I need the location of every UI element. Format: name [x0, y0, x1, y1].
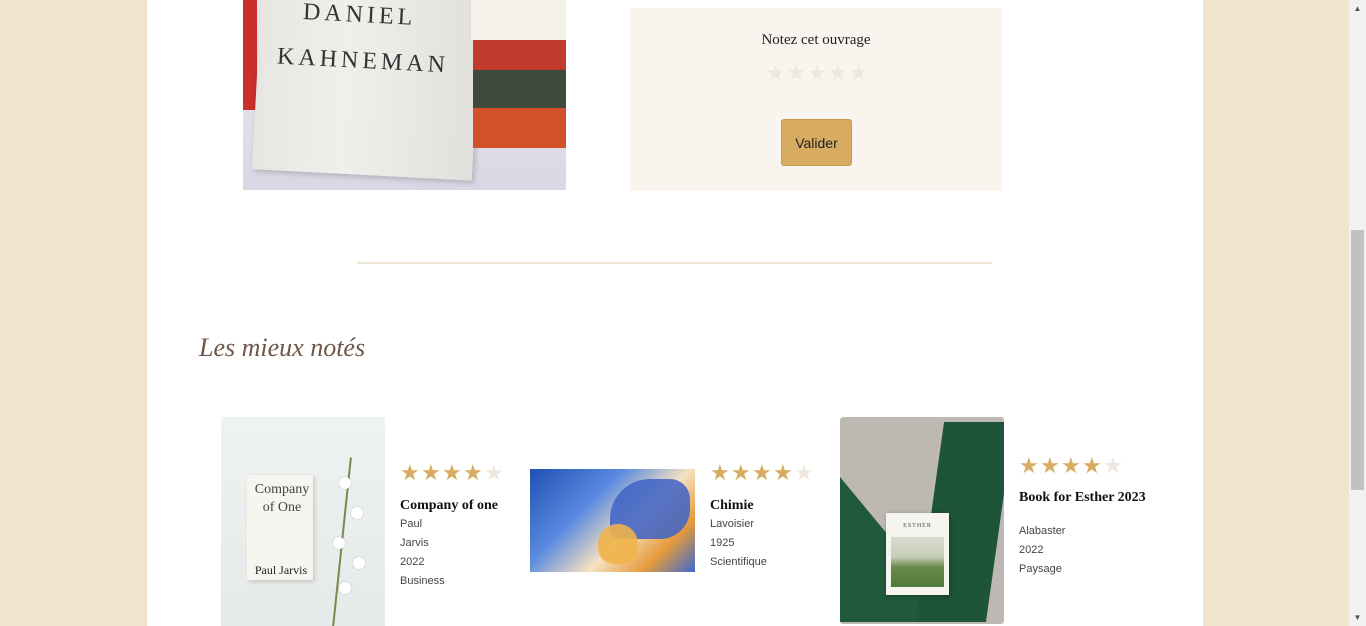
book-spine-decoration [243, 0, 257, 110]
book-rating-stars: ★ ★ ★ ★ ★ [400, 462, 505, 484]
star-icon[interactable]: ★ [849, 63, 868, 84]
cover-title-text: ESTHER [903, 523, 932, 529]
book-title[interactable]: Chimie [710, 498, 830, 513]
flower-decoration [339, 477, 351, 489]
best-rated-heading: Les mieux notés [199, 333, 366, 362]
star-icon[interactable]: ★ [808, 63, 827, 84]
vertical-scrollbar[interactable]: ▲ ▼ [1349, 0, 1366, 626]
star-icon: ★ [794, 460, 814, 485]
book-meta: Lavoisier 1925 Scientifique [710, 515, 767, 572]
book-author: Alabaster [1019, 525, 1066, 537]
rating-panel: Notez cet ouvrage ★ ★ ★ ★ ★ Valider [630, 8, 1002, 191]
rating-title: Notez cet ouvrage [761, 32, 871, 48]
flower-decoration [353, 557, 365, 569]
book-category: Business [400, 575, 445, 587]
book-author: Paul Jarvis [400, 518, 429, 549]
star-icon: ★ [1082, 453, 1102, 478]
book-title[interactable]: Book for Esther 2023 [1019, 490, 1149, 505]
scroll-up-arrow-icon[interactable]: ▲ [1349, 0, 1366, 17]
cover-author-text: Paul Jarvis [254, 563, 308, 577]
book-stack-decoration [473, 40, 566, 70]
featured-book-image: DANIEL KAHNEMAN [243, 0, 566, 190]
book-author: Lavoisier [710, 518, 755, 530]
star-icon[interactable]: ★ [766, 63, 785, 84]
star-icon: ★ [752, 460, 772, 485]
scroll-down-arrow-icon[interactable]: ▼ [1349, 609, 1366, 626]
book-title[interactable]: Company of one [400, 498, 520, 513]
landscape-illustration [891, 537, 944, 587]
star-icon: ★ [463, 460, 483, 485]
star-icon: ★ [1103, 453, 1123, 478]
star-icon: ★ [731, 460, 751, 485]
book-stack-decoration [473, 108, 566, 148]
flower-decoration [351, 507, 363, 519]
book-cover-image[interactable]: ESTHER [840, 417, 1004, 624]
star-icon[interactable]: ★ [828, 63, 847, 84]
book-category: Paysage [1019, 563, 1062, 575]
star-icon: ★ [1040, 453, 1060, 478]
rating-star-input[interactable]: ★ ★ ★ ★ ★ [766, 63, 868, 84]
star-icon: ★ [1061, 453, 1081, 478]
book-stack-decoration [473, 70, 566, 108]
star-icon: ★ [1019, 453, 1039, 478]
star-icon[interactable]: ★ [787, 63, 806, 84]
book-year: 2022 [400, 556, 425, 568]
section-divider [357, 262, 992, 264]
star-icon: ★ [484, 460, 504, 485]
scrollbar-thumb[interactable] [1351, 230, 1364, 490]
flower-decoration [339, 582, 351, 594]
book-year: 1925 [710, 537, 735, 549]
book-rating-stars: ★ ★ ★ ★ ★ [710, 462, 815, 484]
star-icon: ★ [421, 460, 441, 485]
star-icon: ★ [400, 460, 420, 485]
flask-decoration [598, 524, 638, 564]
book-cover-image[interactable]: Company of One Paul Jarvis [221, 417, 385, 626]
book-meta: Alabaster 2022 Paysage [1019, 522, 1065, 579]
book-meta: Paul Jarvis 2022 Business [400, 515, 445, 591]
star-icon: ★ [442, 460, 462, 485]
book-category: Scientifique [710, 556, 767, 568]
book-cover-illustration: ESTHER [886, 513, 949, 595]
book-year: 2022 [1019, 544, 1044, 556]
book-stack-decoration [471, 0, 566, 40]
book-cover-image[interactable] [530, 469, 695, 572]
submit-rating-button[interactable]: Valider [781, 119, 852, 166]
page-content: DANIEL KAHNEMAN Notez cet ouvrage ★ ★ ★ … [147, 0, 1203, 626]
cover-title-text: Company of One [254, 482, 310, 515]
book-cover-illustration: Company of One Paul Jarvis [247, 475, 313, 580]
flower-decoration [333, 537, 345, 549]
star-icon: ★ [710, 460, 730, 485]
book-rating-stars: ★ ★ ★ ★ ★ [1019, 455, 1124, 477]
star-icon: ★ [773, 460, 793, 485]
